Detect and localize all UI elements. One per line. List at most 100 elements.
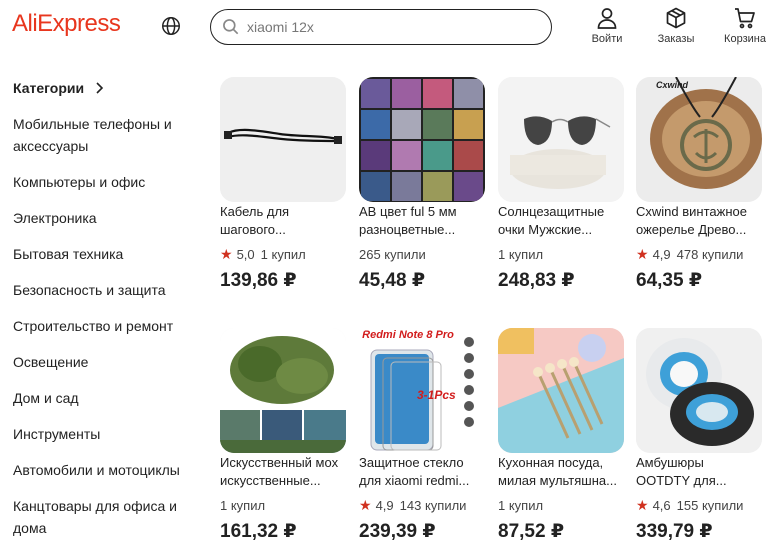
pcs-badge-text: 3-1Pcs (417, 388, 456, 402)
product-title[interactable]: Cxwind винтажное ожерелье Древо... (636, 203, 762, 239)
category-item-lighting[interactable]: Освещение (13, 351, 203, 373)
chevron-right-icon[interactable] (94, 80, 106, 96)
product-meta: ★ 4,9 478 купили (636, 245, 762, 263)
product-title[interactable]: Защитное стекло для xiaomi redmi... (359, 454, 485, 490)
aliexpress-logo[interactable]: AliExpress (12, 10, 121, 38)
product-price: 339,79 ₽ (636, 521, 713, 542)
brand-logo-text: Cxwind (656, 80, 689, 90)
rating: 5,0 (236, 246, 255, 262)
product-image[interactable] (220, 77, 346, 202)
cart-button[interactable]: Корзина (715, 6, 775, 50)
product-meta: ★ 5,0 1 купил (220, 245, 346, 263)
product-price: 139,86 ₽ (220, 270, 297, 291)
product-title-line: AB цвет ful 5 мм (359, 204, 457, 219)
category-label: Инструменты (13, 426, 101, 442)
sold-count: 1 купил (498, 246, 544, 262)
product-title[interactable]: Кухонная посуда, милая мультяшна... (498, 454, 624, 490)
spoons-image (498, 328, 624, 453)
rating: 4,9 (652, 246, 671, 262)
product-card[interactable]: Искусственный мох искусственные... 1 куп… (220, 328, 346, 543)
product-title[interactable]: Кабель для шагового... (220, 203, 346, 239)
product-price: 45,48 ₽ (359, 270, 426, 291)
product-image[interactable] (359, 77, 485, 202)
product-title-line: Cxwind винтажное (636, 204, 747, 219)
orders-label: Заказы (657, 33, 695, 45)
product-title-line: для xiaomi redmi... (359, 473, 470, 488)
orders-button[interactable]: Заказы (646, 6, 706, 50)
product-price: 239,39 ₽ (359, 521, 436, 542)
product-title-line: ожерелье Древо... (636, 222, 747, 237)
product-card[interactable]: Redmi Note 8 Pro 3-1Pcs Защитное стекло … (359, 328, 485, 543)
category-label: Бытовая техника (13, 246, 124, 262)
category-item-security[interactable]: Безопасность и защита (13, 279, 203, 301)
redmi-banner-text: Redmi Note 8 Pro (362, 329, 454, 341)
box-icon (666, 7, 686, 29)
product-meta: 1 купил (498, 496, 624, 514)
product-card[interactable]: Cxwind Cxwind винтажное ожерелье Древо..… (636, 77, 762, 292)
product-meta: ★ 4,9 143 купили (359, 496, 485, 514)
category-label: аксессуары (13, 138, 89, 154)
cart-label: Корзина (724, 33, 766, 45)
sold-count: 1 купил (498, 497, 544, 513)
product-card[interactable]: Амбушюры OOTDTY для... ★ 4,6 155 купили … (636, 328, 762, 543)
product-card[interactable]: Солнцезащитные очки Мужские... 1 купил 2… (498, 77, 624, 292)
category-label: Электроника (13, 210, 97, 226)
product-title-line: очки Мужские... (498, 222, 593, 237)
category-item-phones[interactable]: Мобильные телефоны и аксессуары (13, 113, 203, 157)
category-item-home-garden[interactable]: Дом и сад (13, 387, 203, 409)
product-card[interactable]: Кабель для шагового... ★ 5,0 1 купил 139… (220, 77, 346, 292)
search-bar[interactable] (210, 9, 552, 45)
product-title-line: Амбушюры (636, 455, 704, 470)
login-button[interactable]: Войти (577, 6, 637, 50)
product-title-line: OOTDTY для... (636, 473, 727, 488)
category-item-tools[interactable]: Инструменты (13, 423, 203, 445)
sold-count: 143 купили (399, 497, 467, 513)
category-item-electronics[interactable]: Электроника (13, 207, 203, 229)
product-card[interactable]: AB цвет ful 5 мм разноцветные... 265 куп… (359, 77, 485, 292)
product-image[interactable]: Cxwind (636, 77, 762, 202)
product-image[interactable] (498, 77, 624, 202)
header: AliExpress Войти Заказы Корзина (0, 0, 780, 56)
category-item-auto[interactable]: Автомобили и мотоциклы (13, 459, 203, 481)
category-label: Канцтовары для офиса и (13, 498, 177, 514)
product-price: 64,35 ₽ (636, 270, 703, 291)
earpads-image (636, 328, 762, 453)
category-label: дома (13, 520, 47, 536)
category-item-construction[interactable]: Строительство и ремонт (13, 315, 203, 337)
product-image[interactable] (636, 328, 762, 453)
category-label: Дом и сад (13, 390, 79, 406)
product-title[interactable]: Амбушюры OOTDTY для... (636, 454, 762, 490)
category-label: Автомобили и мотоциклы (13, 462, 180, 478)
categories-title[interactable]: Категории (13, 80, 84, 96)
product-title-line: Защитное стекло (359, 455, 464, 470)
search-icon[interactable] (221, 17, 241, 37)
product-title[interactable]: Солнцезащитные очки Мужские... (498, 203, 624, 239)
rating: 4,9 (375, 497, 394, 513)
category-item-appliances[interactable]: Бытовая техника (13, 243, 203, 265)
product-image[interactable]: Redmi Note 8 Pro 3-1Pcs (359, 328, 485, 453)
product-image[interactable] (220, 328, 346, 453)
product-meta: ★ 4,6 155 купили (636, 496, 762, 514)
search-input[interactable] (247, 16, 537, 38)
star-icon: ★ (636, 245, 649, 262)
product-title[interactable]: AB цвет ful 5 мм разноцветные... (359, 203, 485, 239)
star-icon: ★ (636, 496, 649, 513)
category-item-computers[interactable]: Компьютеры и офис (13, 171, 203, 193)
cart-icon (735, 8, 755, 29)
product-title-line: Солнцезащитные (498, 204, 605, 219)
category-label: Безопасность и защита (13, 282, 166, 298)
category-item-stationery[interactable]: Канцтовары для офиса и дома (13, 495, 203, 539)
product-card[interactable]: Кухонная посуда, милая мультяшна... 1 ку… (498, 328, 624, 543)
product-title[interactable]: Искусственный мох искусственные... (220, 454, 346, 490)
login-label: Войти (591, 33, 623, 45)
product-price: 161,32 ₽ (220, 521, 297, 542)
necklace-image (636, 77, 762, 202)
product-title-line: Искусственный мох (220, 455, 339, 470)
sold-count: 155 купили (676, 497, 744, 513)
product-image[interactable] (498, 328, 624, 453)
sold-count: 478 купили (676, 246, 744, 262)
sunglasses-image (498, 77, 624, 202)
product-title-line: разноцветные... (359, 222, 456, 237)
globe-icon[interactable] (160, 15, 182, 37)
star-icon: ★ (359, 496, 372, 513)
